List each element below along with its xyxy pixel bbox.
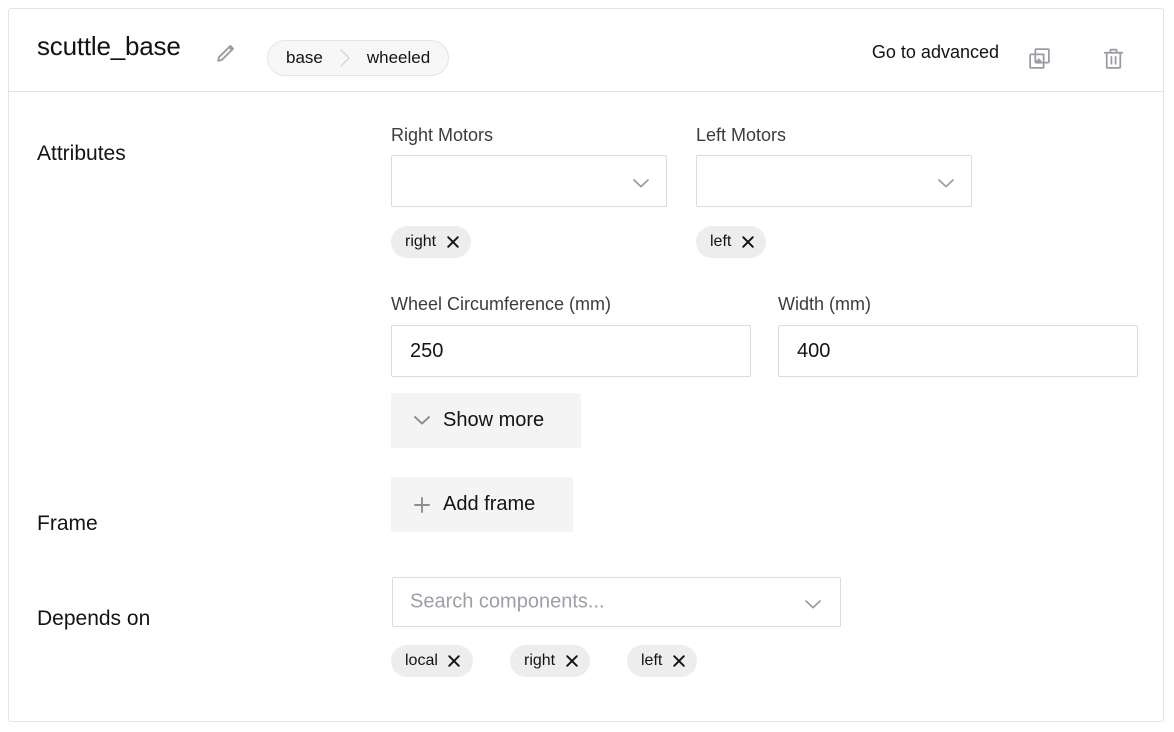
chevron-down-icon (413, 415, 431, 426)
left-motors-label: Left Motors (696, 125, 787, 145)
wheel-circumference-label: Wheel Circumference (mm) (391, 294, 612, 314)
breadcrumb-item-wheeled[interactable]: wheeled (353, 48, 444, 68)
show-more-button[interactable]: Show more (391, 393, 581, 448)
show-more-label: Show more (443, 409, 545, 431)
chip-label: left (710, 233, 732, 250)
chip-depends-right: right (510, 645, 591, 677)
wheel-circumference-input[interactable] (391, 325, 751, 377)
breadcrumb-item-base[interactable]: base (272, 48, 337, 68)
close-icon[interactable] (447, 654, 462, 669)
component-config-card: scuttle_base base wheeled Go to advanced (8, 8, 1164, 722)
chevron-down-icon (804, 597, 822, 615)
section-label-attributes: Attributes (37, 142, 126, 165)
card-header: scuttle_base base wheeled Go to advanced (9, 9, 1163, 92)
pencil-icon[interactable] (214, 43, 236, 65)
chip-right-motor: right (391, 226, 472, 258)
chip-left-motor: left (696, 226, 767, 258)
duplicate-icon[interactable] (1021, 40, 1057, 76)
section-label-frame: Frame (37, 512, 98, 535)
right-motors-label: Right Motors (391, 125, 494, 145)
left-motors-select[interactable] (696, 155, 972, 207)
card-body: Attributes Right Motors right Left Motor… (9, 92, 1163, 721)
width-input[interactable] (778, 325, 1138, 377)
page-title: scuttle_base (37, 31, 181, 61)
search-placeholder: Search components... (410, 590, 605, 613)
plus-icon (413, 496, 431, 514)
depends-on-search-input[interactable]: Search components... (392, 577, 841, 627)
chip-label: left (641, 652, 663, 669)
section-label-depends-on: Depends on (37, 607, 151, 630)
add-frame-label: Add frame (443, 493, 536, 515)
breadcrumb[interactable]: base wheeled (267, 40, 450, 76)
chip-label: right (405, 233, 437, 250)
chevron-down-icon (937, 176, 955, 194)
width-label: Width (mm) (778, 294, 871, 314)
close-icon[interactable] (671, 654, 686, 669)
go-to-advanced-link[interactable]: Go to advanced (872, 42, 999, 63)
chip-depends-local: local (391, 645, 473, 677)
chip-depends-left: left (627, 645, 698, 677)
close-icon[interactable] (564, 654, 579, 669)
close-icon[interactable] (740, 235, 755, 250)
chip-label: local (405, 652, 438, 669)
right-motors-select[interactable] (391, 155, 667, 207)
chevron-down-icon (632, 176, 650, 194)
add-frame-button[interactable]: Add frame (391, 477, 573, 532)
chip-label: right (524, 652, 556, 669)
trash-icon[interactable] (1095, 40, 1131, 76)
chevron-right-icon (337, 40, 353, 76)
close-icon[interactable] (445, 235, 460, 250)
